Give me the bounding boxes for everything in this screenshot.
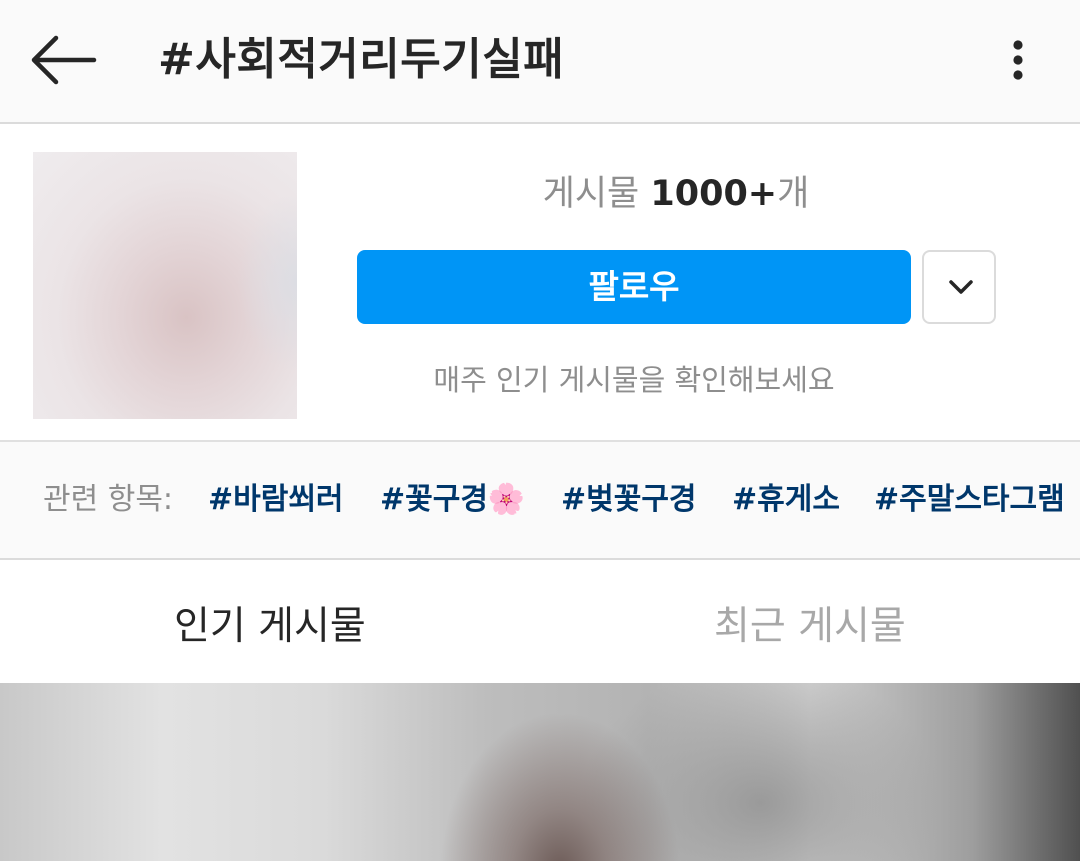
related-tag[interactable]: #벚꽃구경 [561,480,697,520]
weekly-top-posts-hint: 매주 인기 게시물을 확인해보세요 [433,363,835,397]
related-tag[interactable]: #주말스타그램 [874,480,1065,520]
related-label: 관련 항목: [43,482,174,517]
more-options-button[interactable] [1000,38,1036,84]
more-vertical-icon [1013,40,1023,80]
related-tag[interactable]: #휴게소 [732,480,840,520]
arrow-left-icon [31,35,97,85]
follow-options-button[interactable] [922,250,996,324]
back-button[interactable] [28,32,98,88]
tab-recent-posts[interactable]: 최근 게시물 [714,602,906,652]
top-app-bar: #사회적거리두기실패 [0,0,1080,124]
related-tag[interactable]: #바람쐬러 [208,480,344,520]
chevron-down-icon [949,280,973,294]
hashtag-thumbnail[interactable] [33,152,297,419]
hashtag-header: 게시물 1000+개 팔로우 매주 인기 게시물을 확인해보세요 [0,124,1080,442]
post-count: 게시물 1000+개 [542,174,810,214]
post-tabs: 인기 게시물 최근 게시물 [0,560,1080,683]
post-grid-preview[interactable] [0,683,1080,861]
tab-top-posts[interactable]: 인기 게시물 [174,602,366,652]
follow-button[interactable]: 팔로우 [357,250,911,324]
related-tag[interactable]: #꽃구경🌸 [380,480,525,520]
post-count-value: 1000+ [650,174,778,214]
related-hashtags-bar: 관련 항목: #바람쐬러 #꽃구경🌸 #벚꽃구경 #휴게소 #주말스타그램 [0,442,1080,560]
page-title: #사회적거리두기실패 [158,34,565,85]
